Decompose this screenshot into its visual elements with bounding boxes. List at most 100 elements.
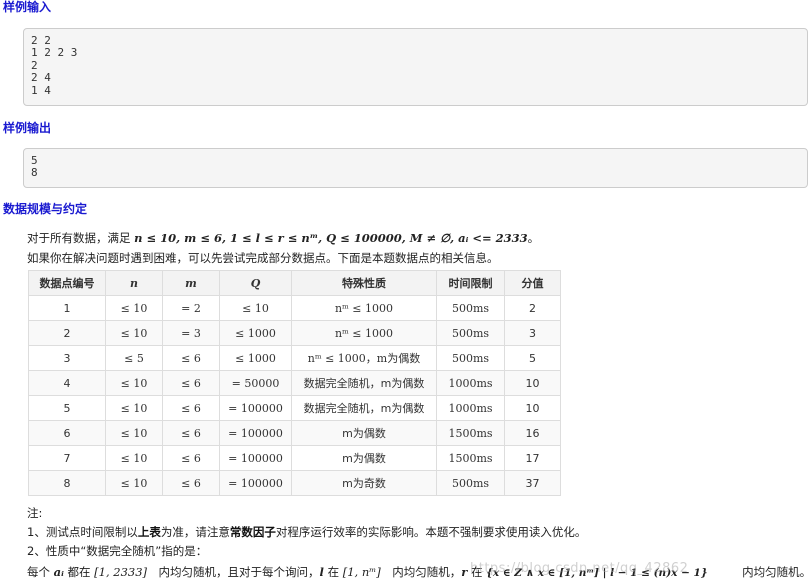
cell-property: nᵐ ≤ 1000，m为偶数: [291, 345, 437, 371]
cell-id: 1: [28, 295, 106, 321]
note-1-bold: 常数因子: [229, 525, 276, 539]
cell-time: 500ms: [436, 470, 505, 496]
cell-q: ≤ 1000: [219, 345, 292, 371]
cell-property: nᵐ ≤ 1000: [291, 295, 437, 321]
cell-score: 17: [504, 445, 561, 471]
cell-time: 1500ms: [436, 420, 505, 446]
cell-q: ≤ 10: [219, 295, 292, 321]
table-row: 2 ≤ 10 = 3 ≤ 1000 nᵐ ≤ 1000 500ms 3: [28, 320, 561, 346]
cell-score: 10: [504, 370, 561, 396]
cell-n: ≤ 10: [105, 295, 163, 321]
cell-m: ≤ 6: [162, 470, 220, 496]
cell-m: ≤ 6: [162, 370, 220, 396]
sample-input-box: 2 2 1 2 2 3 2 2 4 1 4: [23, 28, 808, 106]
note-3-math: [1, 2333]: [94, 565, 148, 579]
header-time-limit: 时间限制: [436, 270, 505, 296]
cell-m: ≤ 6: [162, 420, 220, 446]
cell-m: ≤ 6: [162, 395, 220, 421]
cell-q: = 100000: [219, 420, 292, 446]
cell-m: ≤ 6: [162, 345, 220, 371]
cell-property: m为偶数: [291, 420, 437, 446]
cell-time: 500ms: [436, 295, 505, 321]
sample-input-line: 2 4: [31, 71, 51, 85]
cell-time: 1000ms: [436, 395, 505, 421]
constraints-prefix: 对于所有数据，满足: [27, 231, 135, 245]
table-row: 6 ≤ 10 ≤ 6 = 100000 m为偶数 1500ms 16: [28, 420, 561, 446]
sample-output-box: 5 8: [23, 148, 808, 188]
note-2: 2、性质中“数据完全随机”指的是：: [27, 544, 208, 558]
cell-property: 数据完全随机，m为偶数: [291, 370, 437, 396]
table-row: 4 ≤ 10 ≤ 6 = 50000 数据完全随机，m为偶数 1000ms 10: [28, 370, 561, 396]
cell-m: = 3: [162, 320, 220, 346]
header-testpoint-id: 数据点编号: [28, 270, 106, 296]
note-3-part: 每个: [27, 565, 54, 579]
note-3-math: aᵢ: [53, 565, 64, 579]
notes-title: 注:: [27, 506, 43, 520]
cell-id: 3: [28, 345, 106, 371]
constraints-line-1: 对于所有数据，满足 n ≤ 10, m ≤ 6, 1 ≤ l ≤ r ≤ nᵐ,…: [27, 229, 539, 247]
cell-id: 8: [28, 470, 106, 496]
cell-q: = 100000: [219, 445, 292, 471]
note-1-part: 1、测试点时间限制以: [27, 525, 138, 539]
header-special-property: 特殊性质: [291, 270, 437, 296]
cell-q: = 50000: [219, 370, 292, 396]
sample-output-line: 8: [31, 166, 38, 180]
note-1-part: 为准，请注意: [160, 525, 230, 539]
table-row: 1 ≤ 10 = 2 ≤ 10 nᵐ ≤ 1000 500ms 2: [28, 295, 561, 321]
cell-score: 37: [504, 470, 561, 496]
note-3-part: 都在: [63, 565, 95, 579]
cell-property: m为偶数: [291, 445, 437, 471]
watermark: https://blog.csdn.net/qq_42862: [470, 561, 689, 576]
cell-time: 500ms: [436, 320, 505, 346]
cell-score: 3: [504, 320, 561, 346]
note-3-part: 在: [323, 565, 343, 579]
cell-id: 5: [28, 395, 106, 421]
sample-output-line: 5: [31, 154, 38, 167]
header-m: m: [162, 270, 220, 296]
constraints-line-2: 如果你在解决问题时遇到困难，可以先尝试完成部分数据点。下面是本题数据点的相关信息…: [27, 251, 499, 265]
note-1-part: 对程序运行效率的实际影响。本题不强制要求使用读入优化。: [275, 525, 587, 539]
cell-n: ≤ 5: [105, 345, 163, 371]
sample-input-line: 1 4: [31, 83, 51, 97]
cell-m: = 2: [162, 295, 220, 321]
sample-input-line: 2 2: [31, 34, 51, 47]
cell-q: = 100000: [219, 395, 292, 421]
constraints-suffix: 。: [527, 231, 540, 245]
cell-id: 4: [28, 370, 106, 396]
table-row: 5 ≤ 10 ≤ 6 = 100000 数据完全随机，m为偶数 1000ms 1…: [28, 395, 561, 421]
note-3-math: [1, nᵐ]: [342, 565, 381, 579]
header-n: n: [105, 270, 163, 296]
cell-id: 6: [28, 420, 106, 446]
cell-n: ≤ 10: [105, 395, 163, 421]
cell-id: 7: [28, 445, 106, 471]
sample-input-line: 1 2 2 3: [31, 46, 78, 60]
header-q: Q: [219, 270, 292, 296]
sample-input-heading: 样例输入: [3, 0, 52, 14]
cell-n: ≤ 10: [105, 320, 163, 346]
table-row: 8 ≤ 10 ≤ 6 = 100000 m为奇数 500ms 37: [28, 470, 561, 496]
cell-time: 500ms: [436, 345, 505, 371]
constraints-math: n ≤ 10, m ≤ 6, 1 ≤ l ≤ r ≤ nᵐ, Q ≤ 10000…: [134, 231, 528, 245]
cell-time: 1000ms: [436, 370, 505, 396]
note-3-part: 内均匀随机，且对于每个询问，: [147, 565, 320, 579]
note-3: 每个 aᵢ 都在 [1, 2333] 内均匀随机，且对于每个询问，l 在 [1,…: [27, 563, 808, 582]
table-header-row: 数据点编号 n m Q 特殊性质 时间限制 分值: [28, 270, 561, 296]
cell-n: ≤ 10: [105, 445, 163, 471]
note-1: 1、测试点时间限制以上表为准，请注意常数因子对程序运行效率的实际影响。本题不强制…: [27, 523, 586, 541]
cell-property: m为奇数: [291, 470, 437, 496]
cell-id: 2: [28, 320, 106, 346]
header-score: 分值: [504, 270, 561, 296]
cell-property: nᵐ ≤ 1000: [291, 320, 437, 346]
cell-q: = 100000: [219, 470, 292, 496]
cell-m: ≤ 6: [162, 445, 220, 471]
cell-score: 16: [504, 420, 561, 446]
note-3-part: 内均匀随机。: [707, 565, 808, 579]
table-row: 3 ≤ 5 ≤ 6 ≤ 1000 nᵐ ≤ 1000，m为偶数 500ms 5: [28, 345, 561, 371]
cell-score: 5: [504, 345, 561, 371]
cell-n: ≤ 10: [105, 370, 163, 396]
cell-n: ≤ 10: [105, 470, 163, 496]
cell-n: ≤ 10: [105, 420, 163, 446]
note-3-part: 内均匀随机，: [380, 565, 462, 579]
cell-time: 1500ms: [436, 445, 505, 471]
cell-score: 2: [504, 295, 561, 321]
